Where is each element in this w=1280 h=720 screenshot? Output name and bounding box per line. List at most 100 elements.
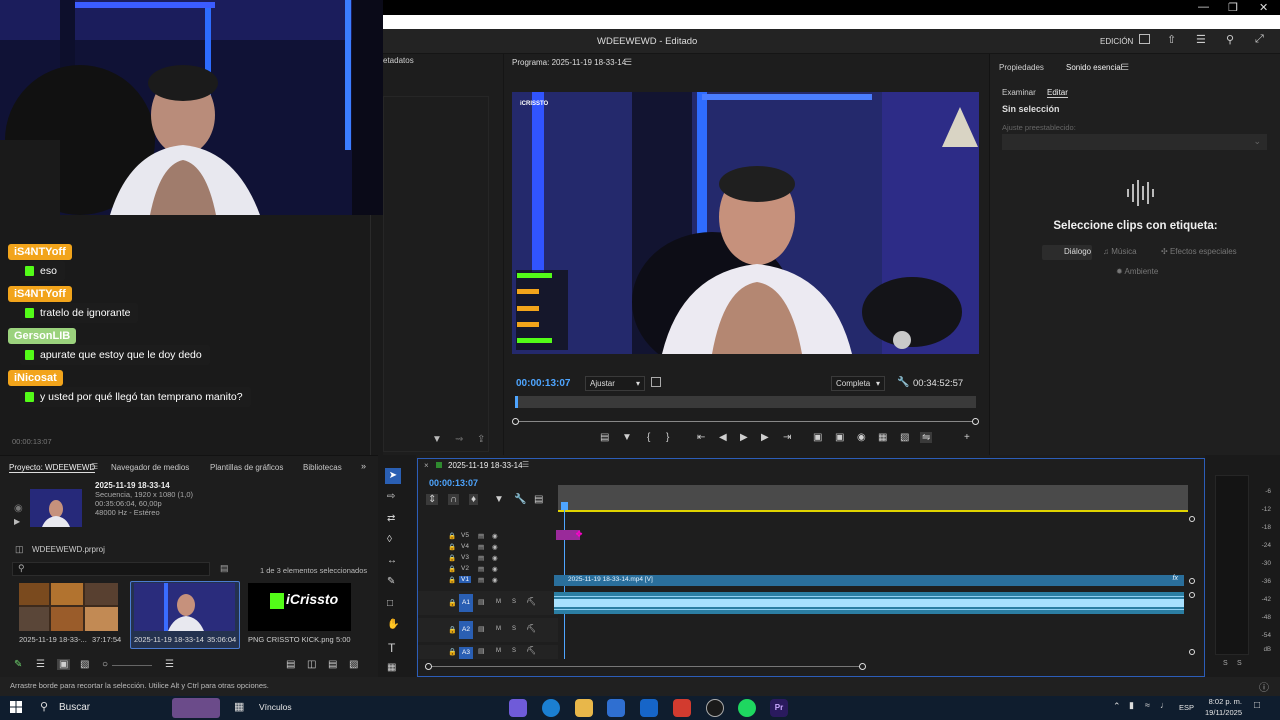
zoom-handle-left[interactable]: [512, 418, 519, 425]
go-to-in-icon[interactable]: ⇤: [697, 432, 705, 443]
horizontal-scrollbar[interactable]: [428, 666, 864, 667]
lift-button-icon[interactable]: ▣: [813, 432, 822, 443]
sequence-tab[interactable]: 2025-11-19 18-33-14: [448, 461, 523, 470]
quality-select[interactable]: Completa ▾: [831, 376, 885, 391]
proxy-toggle-icon[interactable]: ⇋: [920, 432, 933, 443]
chevron-up-icon[interactable]: ⌃: [1113, 701, 1121, 712]
lock-icon[interactable]: 🔒: [448, 554, 456, 562]
time-ruler[interactable]: [515, 396, 976, 408]
play-icon[interactable]: ▶: [740, 432, 748, 443]
add-marker-icon[interactable]: ▼: [494, 494, 504, 505]
captions-icon[interactable]: ▤: [534, 494, 543, 505]
panel-menu-icon[interactable]: ☰: [624, 57, 632, 68]
track-label[interactable]: V2: [461, 565, 469, 572]
tab-metadata[interactable]: etadatos: [383, 56, 414, 65]
slip-tool-icon[interactable]: ↔: [387, 555, 397, 566]
scroll-handle-right[interactable]: [859, 663, 866, 670]
mic-icon[interactable]: ⛏: [526, 624, 536, 633]
panel-menu-icon[interactable]: ☰: [1121, 62, 1129, 73]
clock-date[interactable]: 19/11/2025: [1202, 708, 1242, 717]
vertical-scroll-handle[interactable]: [1189, 649, 1195, 655]
mic-icon[interactable]: ⛏: [526, 597, 536, 606]
audio-clip[interactable]: [554, 592, 1184, 614]
vertical-scroll-handle[interactable]: [1189, 578, 1195, 584]
new-bin-icon[interactable]: ▤: [220, 563, 229, 574]
vertical-scroll-handle[interactable]: [1189, 516, 1195, 522]
panel-menu-icon[interactable]: ☰: [522, 460, 529, 469]
github-icon[interactable]: [706, 699, 724, 717]
track-select-tool-icon[interactable]: ⇨: [387, 491, 395, 502]
lock-icon[interactable]: 🔒: [448, 599, 457, 607]
track-label[interactable]: V4: [461, 543, 469, 550]
track-label[interactable]: V1: [459, 576, 471, 583]
workspace-label[interactable]: EDICIÓN: [1100, 37, 1133, 46]
panel-menu-icon[interactable]: ☰: [91, 462, 98, 471]
edge-icon[interactable]: [542, 699, 560, 717]
linked-selection-icon[interactable]: ♦: [469, 494, 479, 505]
multi-cam-icon[interactable]: ▧: [900, 432, 909, 443]
program-video-frame[interactable]: iCRISSTO: [512, 92, 979, 354]
sequence-preview[interactable]: [30, 489, 82, 527]
zoom-slider-handle[interactable]: ○: [102, 659, 108, 670]
zoom-slider[interactable]: [112, 665, 152, 666]
delete-icon[interactable]: ▧: [349, 659, 358, 670]
info-icon[interactable]: ⓘ: [1259, 679, 1269, 694]
tab-sonido-esencial[interactable]: Sonido esencial: [1066, 63, 1122, 72]
freeform-view-icon[interactable]: ▧: [80, 659, 89, 670]
comparison-icon[interactable]: ▦: [878, 432, 887, 443]
track-label[interactable]: A1: [459, 594, 473, 612]
outlook-icon[interactable]: [640, 699, 658, 717]
eye-icon[interactable]: ◉: [492, 554, 498, 562]
lock-icon[interactable]: 🔒: [448, 576, 456, 584]
search-input[interactable]: ⚲: [12, 562, 210, 576]
zoom-handle-right[interactable]: [972, 418, 979, 425]
selection-tool-icon[interactable]: ➤: [385, 468, 401, 484]
ambience-button[interactable]: ✹ Ambiente: [1116, 267, 1158, 276]
sync-icon[interactable]: ▤: [478, 598, 485, 606]
tab-project[interactable]: Proyecto: WDEEWEWD: [9, 463, 96, 473]
type-tool-icon[interactable]: T: [388, 641, 395, 655]
spotify-icon[interactable]: [738, 699, 756, 717]
pencil-icon[interactable]: ✎: [14, 659, 22, 670]
new-bin-icon[interactable]: ▤: [328, 659, 337, 670]
nest-icon[interactable]: ⇕: [426, 494, 439, 505]
zoom-bar[interactable]: [515, 421, 976, 422]
sync-icon[interactable]: ▤: [478, 532, 484, 540]
lift-icon[interactable]: ▤: [600, 432, 609, 443]
lock-icon[interactable]: 🔒: [448, 565, 456, 573]
sync-icon[interactable]: ▤: [478, 576, 484, 584]
program-title[interactable]: Programa: 2025-11-19 18-33-14: [512, 58, 626, 67]
rectangle-tool-icon[interactable]: □: [387, 598, 393, 609]
sort-icon[interactable]: ☰: [165, 659, 174, 670]
app-icon[interactable]: [673, 699, 691, 717]
clock-time[interactable]: 8:02 p. m.: [1204, 697, 1242, 706]
solo-button[interactable]: S: [512, 648, 516, 654]
battery-icon[interactable]: ▮: [1129, 700, 1134, 711]
hand-tool-icon[interactable]: ✋: [387, 619, 399, 630]
volume-icon[interactable]: ♩: [1160, 700, 1169, 710]
solo-right-button[interactable]: S: [1237, 660, 1242, 667]
wrench-icon[interactable]: 🔧: [897, 377, 909, 388]
notifications-icon[interactable]: □: [1254, 700, 1260, 711]
playhead-marker[interactable]: [515, 396, 518, 408]
task-view-icon[interactable]: ▦: [234, 700, 244, 713]
search-icon[interactable]: ⚲: [1226, 33, 1234, 46]
wrench-icon[interactable]: 🔧: [514, 494, 526, 505]
mark-in-icon[interactable]: {: [647, 432, 650, 443]
sync-icon[interactable]: ▤: [478, 554, 484, 562]
sync-icon[interactable]: ▤: [478, 543, 484, 551]
export-icon[interactable]: ⇪: [477, 434, 485, 445]
marker-icon[interactable]: ▼: [622, 432, 632, 443]
tab-propiedades[interactable]: Propiedades: [999, 63, 1044, 72]
search-highlight-image[interactable]: [172, 698, 220, 718]
sfx-button[interactable]: ✣ Efectos especiales: [1161, 247, 1237, 256]
mute-button[interactable]: M: [496, 599, 501, 605]
scroll-handle-left[interactable]: [425, 663, 432, 670]
search-icon[interactable]: ⚲: [40, 700, 48, 713]
work-area-bar[interactable]: [558, 510, 1188, 512]
tab-libraries[interactable]: Bibliotecas: [303, 463, 342, 472]
razor-tool-icon[interactable]: ◊: [387, 534, 392, 545]
vertical-scroll-handle[interactable]: [1189, 592, 1195, 598]
premiere-icon[interactable]: Pr: [770, 699, 788, 717]
mark-out-icon[interactable]: }: [666, 432, 669, 443]
